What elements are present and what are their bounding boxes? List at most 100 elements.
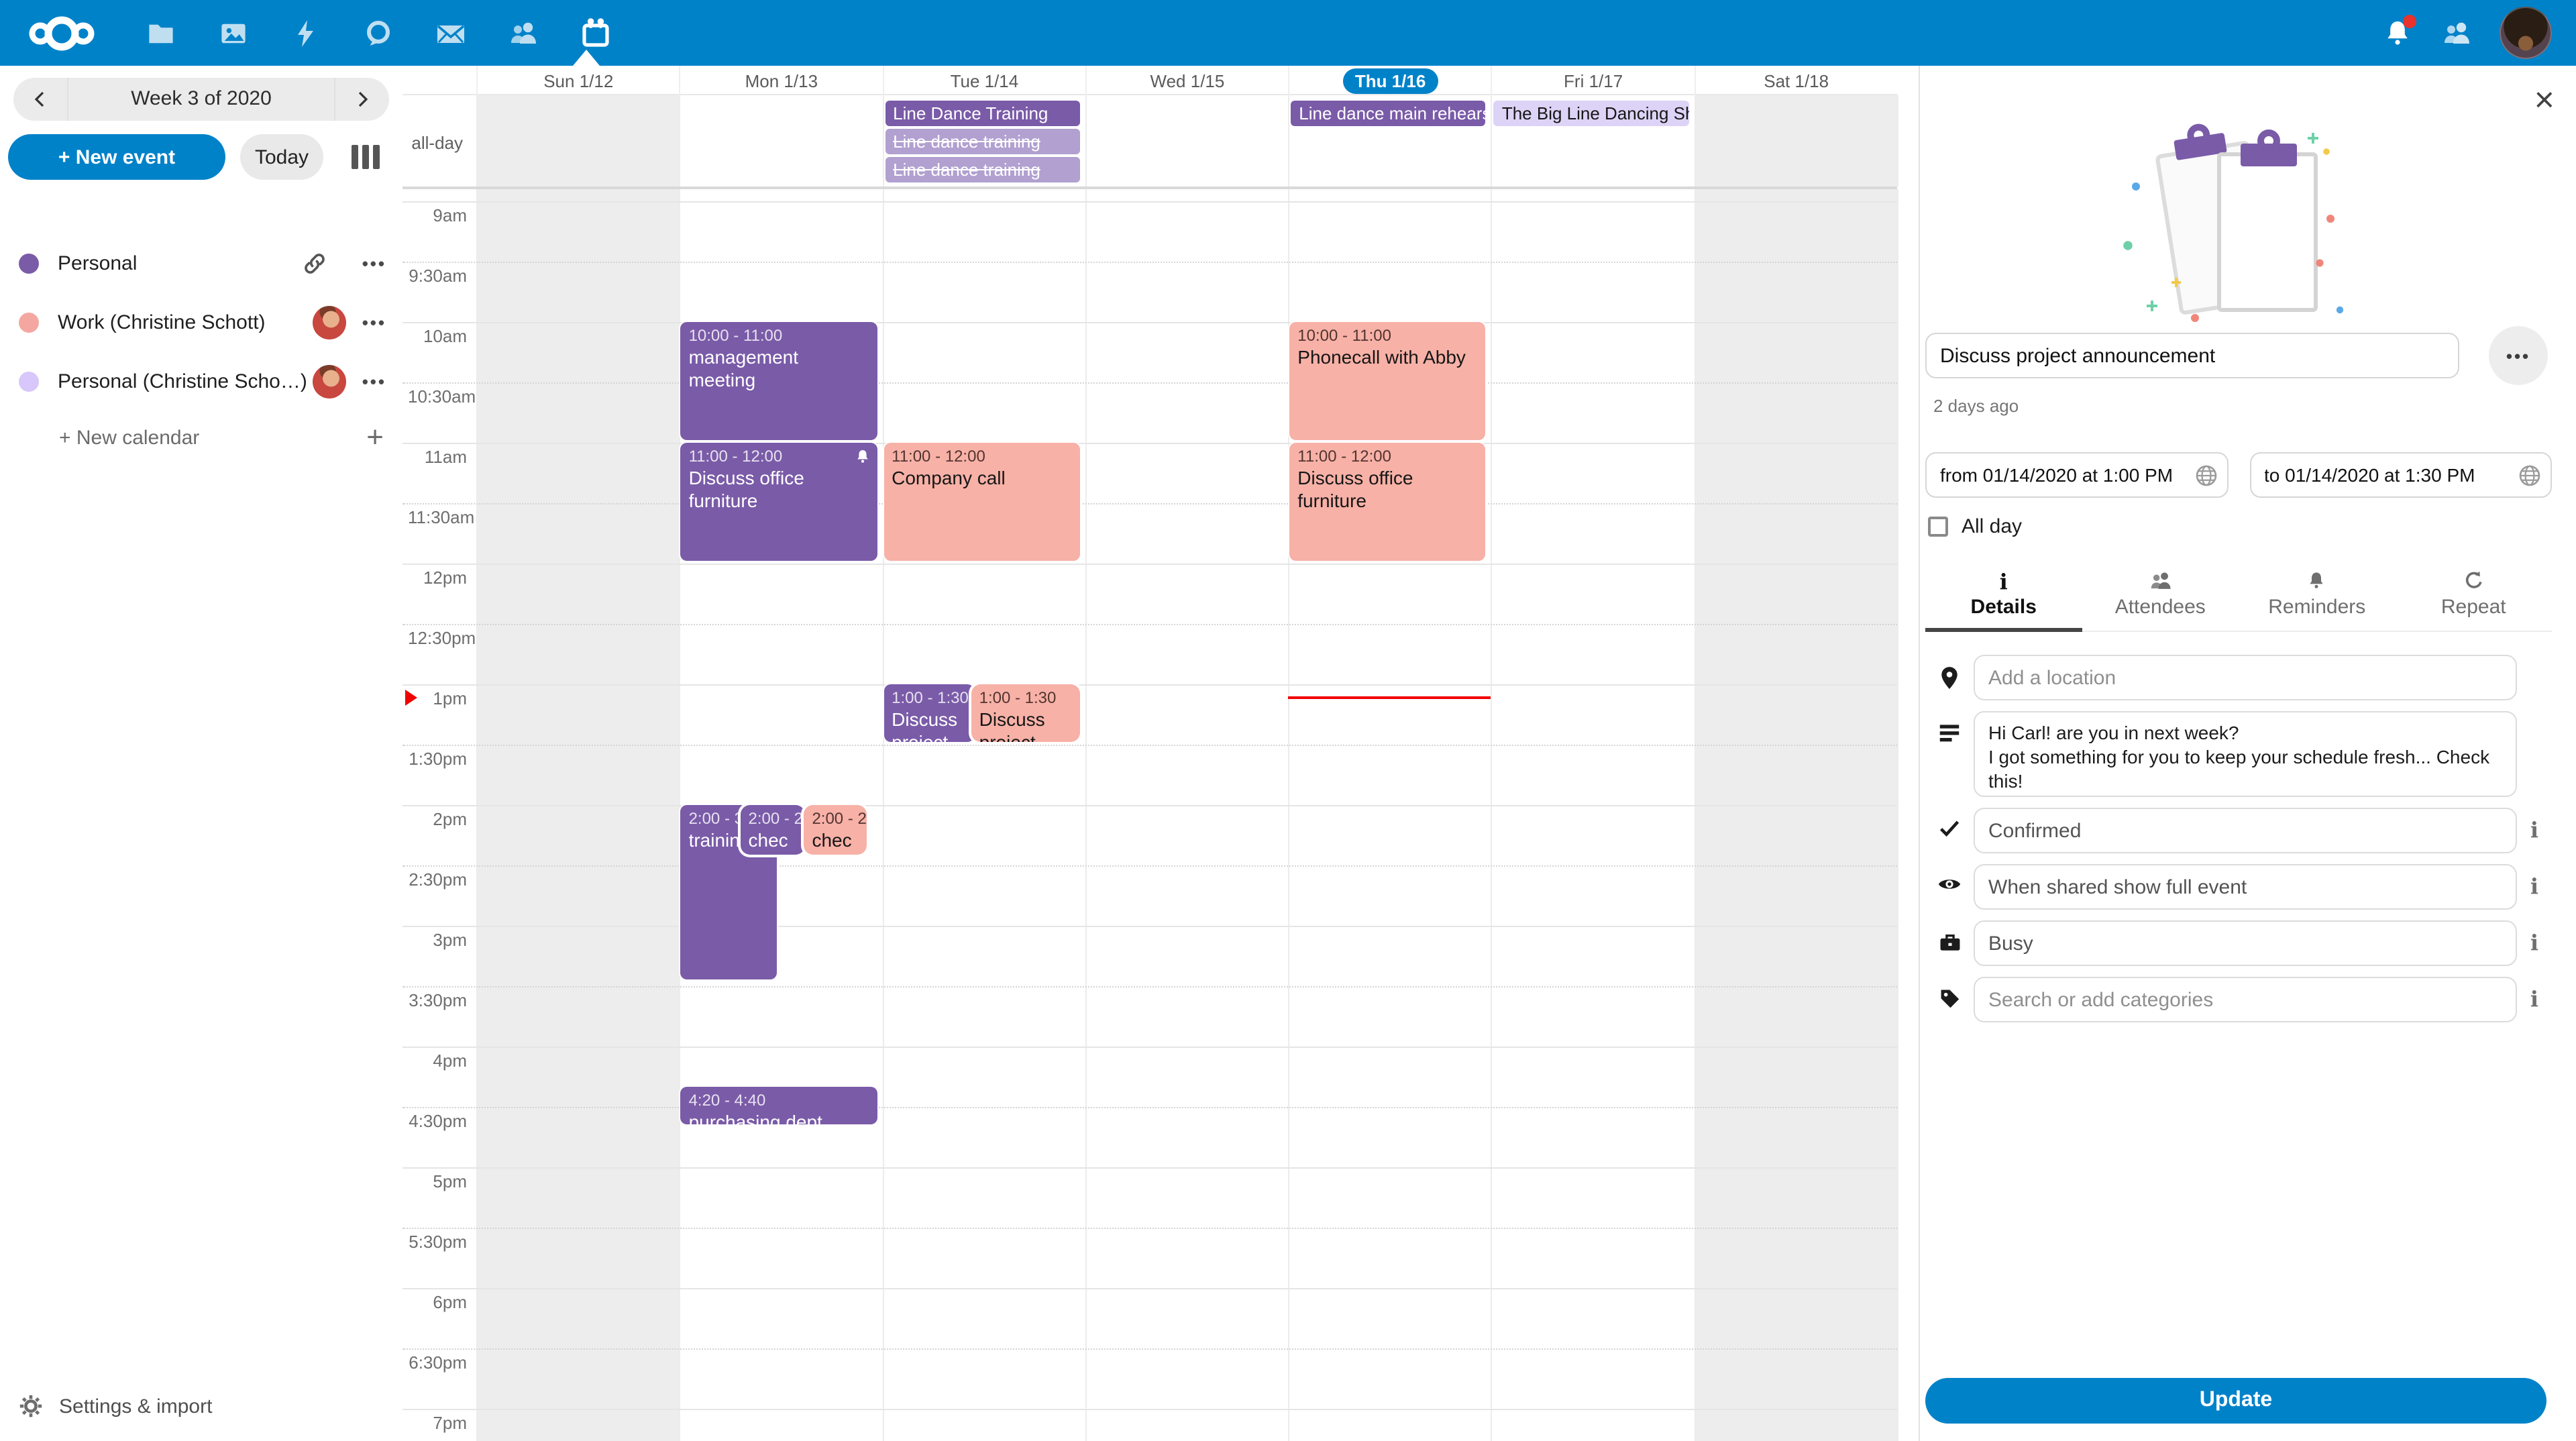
- grid-line: [402, 1167, 1897, 1169]
- calendar-event[interactable]: 1:00 - 1:30Discuss project announcement: [883, 684, 974, 742]
- week-title[interactable]: Week 3 of 2020: [67, 78, 335, 121]
- weekend-shading: [476, 95, 680, 186]
- new-event-button[interactable]: + New event: [8, 134, 225, 180]
- activity-icon[interactable]: [290, 17, 322, 49]
- top-bar-right: [2381, 7, 2552, 59]
- time-label: 6pm: [402, 1292, 476, 1314]
- tab-details[interactable]: i Details: [1925, 564, 2082, 631]
- column-divider: [476, 95, 478, 186]
- allday-event[interactable]: Line dance main rehearsal: [1291, 101, 1486, 126]
- calendar-event[interactable]: 2:00 - 2:30check-in: [804, 805, 867, 855]
- time-label: 11am: [402, 447, 476, 468]
- today-button[interactable]: Today: [240, 134, 323, 180]
- view-mode-toggle-icon[interactable]: [352, 145, 380, 169]
- day-label[interactable]: Mon 1/13: [745, 70, 818, 91]
- calendar-owner-avatar: [313, 305, 346, 339]
- mail-icon[interactable]: [435, 17, 467, 49]
- day-label[interactable]: Thu 1/16: [1343, 68, 1438, 93]
- allday-event[interactable]: The Big Line Dancing Show: [1494, 101, 1689, 126]
- calendar-event[interactable]: 1:00 - 1:30Discuss project: [971, 684, 1080, 742]
- event-time-label: 11:00 - 12:00: [689, 447, 869, 467]
- grid-line: [402, 624, 1897, 625]
- close-icon[interactable]: ×: [2534, 85, 2555, 114]
- availability-info-icon: i: [2517, 920, 2552, 966]
- categories-input[interactable]: [1974, 977, 2517, 1022]
- time-label: 3:30pm: [402, 990, 476, 1012]
- nextcloud-logo[interactable]: [27, 13, 102, 53]
- day-label[interactable]: Fri 1/17: [1564, 70, 1623, 91]
- new-calendar-button[interactable]: + New calendar +: [0, 411, 402, 464]
- availability-select[interactable]: Busy: [1974, 920, 2517, 966]
- update-button[interactable]: Update: [1925, 1378, 2546, 1424]
- event-title-input[interactable]: [1925, 333, 2459, 378]
- contacts-icon[interactable]: [507, 17, 539, 49]
- day-label[interactable]: Tue 1/14: [951, 70, 1019, 91]
- talk-icon[interactable]: [362, 17, 394, 49]
- settings-import-button[interactable]: Settings & import: [0, 1379, 402, 1433]
- day-label[interactable]: Sat 1/18: [1764, 70, 1829, 91]
- calendar-event[interactable]: 10:00 - 11:00management meeting: [681, 322, 877, 440]
- calendar-event[interactable]: 2:00 - 2:30check-in: [741, 805, 806, 855]
- tab-attendees[interactable]: Attendees: [2082, 564, 2239, 631]
- day-header-cell: Sat 1/18: [1694, 66, 1897, 95]
- allday-event[interactable]: Line dance training: [885, 129, 1080, 154]
- reminder-bell-icon: [2239, 569, 2396, 592]
- share-link-icon[interactable]: [302, 250, 327, 276]
- calendar-event[interactable]: 11:00 - 12:00Company call: [883, 443, 1080, 561]
- all-day-label: all-day: [402, 133, 472, 153]
- allday-event[interactable]: Line Dance Training: [885, 101, 1080, 126]
- visibility-select[interactable]: When shared show full event: [1974, 864, 2517, 910]
- calendar-list-item[interactable]: Personal (Christine Scho…)•••: [0, 352, 402, 411]
- calendar-menu-icon[interactable]: •••: [362, 253, 386, 273]
- time-label: 12:30pm: [402, 628, 476, 649]
- calendar-event[interactable]: 11:00 - 12:00Discuss office furniture: [1289, 443, 1486, 561]
- notifications-bell-icon[interactable]: [2381, 17, 2414, 49]
- column-divider: [1694, 189, 1695, 1441]
- event-time-label: 1:00 - 1:30: [979, 688, 1072, 708]
- categories-tag-icon: [1925, 977, 1974, 1022]
- day-label[interactable]: Wed 1/15: [1150, 70, 1225, 91]
- all-day-checkbox[interactable]: [1928, 517, 1948, 537]
- timezone-globe-icon[interactable]: [2194, 464, 2217, 494]
- calendar-list-item[interactable]: Personal•••: [0, 233, 402, 292]
- event-time-label: 11:00 - 12:00: [892, 447, 1072, 467]
- calendar-icon[interactable]: [580, 17, 612, 49]
- next-week-button[interactable]: [335, 78, 389, 121]
- user-avatar[interactable]: [2500, 7, 2552, 59]
- calendar-event[interactable]: 4:20 - 4:40purchasing dept: [681, 1087, 877, 1124]
- calendar-sidebar: Week 3 of 2020 + New event Today Persona…: [0, 66, 402, 1441]
- calendar-menu-icon[interactable]: •••: [362, 312, 386, 332]
- grid-line: [402, 1409, 1897, 1410]
- timezone-globe-icon[interactable]: [2518, 464, 2541, 494]
- tab-reminders[interactable]: Reminders: [2239, 564, 2396, 631]
- event-title: purchasing dept: [689, 1111, 869, 1124]
- column-divider: [1085, 189, 1087, 1441]
- time-label: 9am: [402, 205, 476, 227]
- location-input[interactable]: [1974, 655, 2517, 700]
- day-label[interactable]: Sun 1/12: [543, 70, 613, 91]
- column-divider: [1085, 95, 1087, 186]
- time-grid[interactable]: 9am9:30am10am10:30am11am11:30am12pm12:30…: [402, 189, 1919, 1441]
- calendar-menu-icon[interactable]: •••: [362, 371, 386, 391]
- description-textarea[interactable]: Hi Carl! are you in next week? I got som…: [1974, 711, 2517, 797]
- allday-event[interactable]: Line dance training: [885, 157, 1080, 182]
- calendar-event[interactable]: 10:00 - 11:00Phonecall with Abby: [1289, 322, 1486, 440]
- day-header-cell: Mon 1/13: [680, 66, 883, 95]
- end-datetime-input[interactable]: [2249, 452, 2552, 498]
- photos-icon[interactable]: [217, 17, 250, 49]
- event-illustration: [2111, 122, 2366, 326]
- time-label: 10am: [402, 326, 476, 348]
- contacts-menu-icon[interactable]: [2440, 17, 2473, 49]
- nextcloud-calendar-app: Week 3 of 2020 + New event Today Persona…: [0, 0, 2576, 1441]
- calendar-list-item[interactable]: Work (Christine Schott)•••: [0, 292, 402, 352]
- editor-tabs: i Details Attendees Reminders Repeat: [1925, 564, 2552, 632]
- sidebar-actions: + New event Today: [8, 134, 389, 180]
- time-label: 6:30pm: [402, 1352, 476, 1374]
- tab-repeat[interactable]: Repeat: [2396, 564, 2553, 631]
- previous-week-button[interactable]: [13, 78, 67, 121]
- files-icon[interactable]: [145, 17, 177, 49]
- start-datetime-input[interactable]: [1925, 452, 2228, 498]
- status-select[interactable]: Confirmed: [1974, 808, 2517, 853]
- calendar-event[interactable]: 11:00 - 12:00Discuss office furniture: [681, 443, 877, 561]
- event-menu-button[interactable]: •••: [2489, 326, 2548, 385]
